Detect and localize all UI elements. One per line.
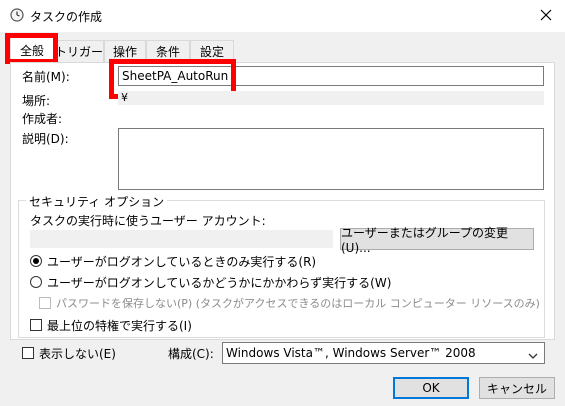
location-label: 場所:: [22, 94, 51, 108]
name-label: 名前(M):: [22, 70, 70, 84]
radio-logged-on-only[interactable]: [30, 255, 42, 267]
highest-privileges-checkbox[interactable]: [30, 319, 42, 331]
title-bar: タスクの作成: [0, 0, 565, 32]
config-value: Windows Vista™, Windows Server™ 2008: [226, 346, 476, 360]
radio-logged-on-only-label: ユーザーがログオンしているときのみ実行する(R): [47, 255, 317, 269]
hidden-checkbox[interactable]: [22, 347, 34, 359]
run-account-field: [30, 230, 333, 248]
description-field[interactable]: [118, 128, 544, 190]
config-select[interactable]: Windows Vista™, Windows Server™ 2008: [222, 342, 545, 364]
location-value: ¥: [121, 91, 128, 104]
security-group-label: セキュリティ オプション: [26, 193, 168, 210]
radio-selected-dot: [33, 258, 39, 264]
window-title: タスクの作成: [30, 10, 103, 24]
cancel-button-label: キャンセル: [486, 381, 547, 396]
change-user-button-label: ユーザーまたはグループの変更(U)...: [341, 225, 509, 255]
ok-button-label: OK: [422, 381, 440, 395]
tab-label: 条件: [155, 45, 180, 59]
tab-label: トリガー: [55, 45, 104, 59]
no-password-checkbox[interactable]: [39, 297, 51, 309]
description-label: 説明(D):: [22, 132, 69, 146]
close-icon: [540, 9, 552, 21]
tab-label: 設定: [199, 45, 224, 59]
hidden-label: 表示しない(E): [39, 347, 116, 361]
change-user-button[interactable]: ユーザーまたはグループの変更(U)...: [340, 226, 534, 255]
close-button[interactable]: [534, 4, 558, 26]
tab-triggers[interactable]: トリガー: [54, 40, 104, 62]
tab-label: 操作: [112, 45, 137, 59]
ok-button[interactable]: OK: [393, 377, 469, 399]
radio-whether-logged-on-label: ユーザーがログオンしているかどうかにかかわらず実行する(W): [47, 276, 392, 290]
run-account-label: タスクの実行時に使うユーザー アカウント:: [30, 214, 266, 228]
config-label: 構成(C):: [168, 347, 214, 361]
highlight-tab-general: [5, 33, 58, 64]
clock-icon: [10, 8, 24, 22]
radio-whether-logged-on[interactable]: [30, 276, 42, 288]
author-label: 作成者:: [22, 112, 63, 126]
no-password-label: パスワードを保存しない(P) (タスクがアクセスできるのはローカル コンピュータ…: [56, 297, 540, 310]
chevron-down-icon: [528, 349, 538, 363]
cancel-button[interactable]: キャンセル: [479, 377, 555, 399]
highest-privileges-label: 最上位の特権で実行する(I): [47, 319, 192, 333]
location-field: ¥: [118, 91, 544, 105]
